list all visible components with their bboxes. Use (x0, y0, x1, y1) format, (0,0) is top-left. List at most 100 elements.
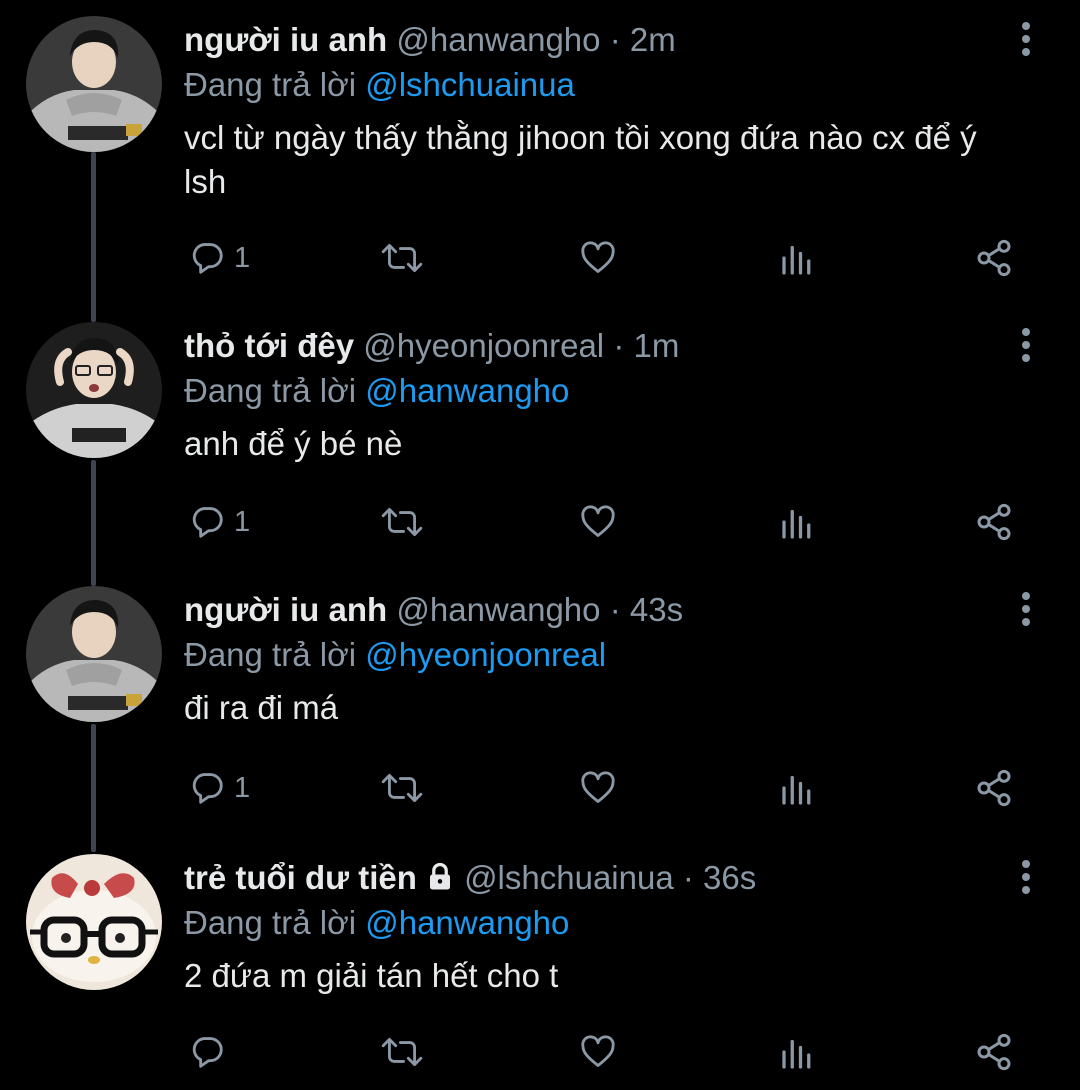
user-handle[interactable]: @hanwangho (396, 591, 600, 628)
analytics-button[interactable] (778, 236, 814, 280)
retweet-button[interactable] (380, 500, 424, 544)
share-icon (974, 1032, 1014, 1072)
lock-icon (425, 859, 455, 890)
like-button[interactable] (578, 766, 618, 810)
mention-link[interactable]: @hanwangho (365, 904, 569, 941)
tweet-header: người iu anh @hanwangho · 43s (184, 588, 1020, 632)
analytics-button[interactable] (778, 1030, 814, 1074)
heart-icon (578, 239, 618, 277)
share-button[interactable] (974, 766, 1014, 810)
display-name[interactable]: người iu anh (184, 21, 387, 58)
share-button[interactable] (974, 1030, 1014, 1074)
mention-link[interactable]: @hyeonjoonreal (365, 636, 606, 673)
like-button[interactable] (578, 500, 618, 544)
mention-link[interactable]: @lshchuainua (365, 66, 575, 103)
reply-button[interactable]: 1 (188, 500, 250, 544)
separator: · (613, 327, 625, 364)
tweet-content: trẻ tuổi dư tiền @lshchuainua · 36s Đang… (184, 856, 1020, 998)
replying-to-label: Đang trả lời (184, 66, 357, 103)
share-icon (974, 502, 1014, 542)
retweet-icon (380, 239, 424, 277)
retweet-icon (380, 503, 424, 541)
like-button[interactable] (578, 236, 618, 280)
tweet-content: thỏ tới đêy @hyeonjoonreal · 1m Đang trả… (184, 324, 1020, 466)
reply-button[interactable] (188, 1030, 234, 1074)
heart-icon (578, 769, 618, 807)
retweet-icon (380, 1033, 424, 1071)
avatar[interactable] (26, 586, 162, 722)
display-name[interactable]: thỏ tới đêy (184, 327, 354, 364)
share-icon (974, 768, 1014, 808)
analytics-icon (778, 503, 814, 541)
action-bar (184, 1030, 1020, 1074)
tweet-text: anh để ý bé nè (184, 425, 403, 462)
heart-icon (578, 1033, 618, 1071)
reply-count: 1 (234, 241, 251, 274)
tweet[interactable]: trẻ tuổi dư tiền @lshchuainua · 36s Đang… (0, 838, 1080, 1090)
avatar[interactable] (26, 322, 162, 458)
action-bar: 1 (184, 500, 1020, 544)
reply-icon (188, 503, 226, 541)
tweet-header: thỏ tới đêy @hyeonjoonreal · 1m (184, 324, 1020, 368)
replying-to: Đang trả lời @lshchuainua (184, 62, 1020, 108)
more-vertical-icon[interactable] (1016, 858, 1036, 898)
more-vertical-icon[interactable] (1016, 590, 1036, 630)
more-vertical-icon[interactable] (1016, 326, 1036, 366)
more-vertical-icon[interactable] (1016, 20, 1036, 60)
avatar[interactable] (26, 16, 162, 152)
tweet-content: người iu anh @hanwangho · 2m Đang trả lờ… (184, 18, 1020, 204)
user-handle[interactable]: @hanwangho (396, 21, 600, 58)
share-button[interactable] (974, 500, 1014, 544)
replying-to: Đang trả lời @hyeonjoonreal (184, 632, 1020, 678)
tweet[interactable]: thỏ tới đêy @hyeonjoonreal · 1m Đang trả… (0, 306, 1080, 566)
retweet-button[interactable] (380, 766, 424, 810)
user-handle[interactable]: @lshchuainua (464, 859, 674, 896)
tweet-text: 2 đứa m giải tán hết cho t (184, 957, 559, 994)
action-bar: 1 (184, 236, 1020, 280)
reply-button[interactable]: 1 (188, 766, 250, 810)
analytics-icon (778, 239, 814, 277)
action-bar: 1 (184, 766, 1020, 810)
tweet-content: người iu anh @hanwangho · 43s Đang trả l… (184, 588, 1020, 730)
share-button[interactable] (974, 236, 1014, 280)
tweet-text: đi ra đi má (184, 689, 339, 726)
replying-to-label: Đang trả lời (184, 636, 357, 673)
share-icon (974, 238, 1014, 278)
reply-count: 1 (234, 771, 251, 804)
tweet[interactable]: người iu anh @hanwangho · 43s Đang trả l… (0, 570, 1080, 830)
reply-icon (188, 1033, 226, 1071)
separator: · (609, 591, 621, 628)
user-handle[interactable]: @hyeonjoonreal (363, 327, 604, 364)
reply-button[interactable]: 1 (188, 236, 250, 280)
separator: · (682, 859, 694, 896)
tweet-text: vcl từ ngày thấy thằng jihoon tồi xong đ… (184, 119, 977, 200)
like-button[interactable] (578, 1030, 618, 1074)
avatar[interactable] (26, 854, 162, 990)
timestamp[interactable]: 1m (633, 327, 679, 364)
tweet-header: người iu anh @hanwangho · 2m (184, 18, 1020, 62)
replying-to-label: Đang trả lời (184, 904, 357, 941)
timestamp[interactable]: 43s (630, 591, 683, 628)
separator: · (609, 21, 621, 58)
mention-link[interactable]: @hanwangho (365, 372, 569, 409)
analytics-button[interactable] (778, 766, 814, 810)
retweet-button[interactable] (380, 236, 424, 280)
analytics-icon (778, 769, 814, 807)
replying-to-label: Đang trả lời (184, 372, 357, 409)
reply-count: 1 (234, 505, 251, 538)
reply-icon (188, 769, 226, 807)
reply-icon (188, 239, 226, 277)
timestamp[interactable]: 2m (630, 21, 676, 58)
heart-icon (578, 503, 618, 541)
display-name[interactable]: người iu anh (184, 591, 387, 628)
analytics-icon (778, 1033, 814, 1071)
analytics-button[interactable] (778, 500, 814, 544)
retweet-button[interactable] (380, 1030, 424, 1074)
tweet[interactable]: người iu anh @hanwangho · 2m Đang trả lờ… (0, 0, 1080, 300)
retweet-icon (380, 769, 424, 807)
replying-to: Đang trả lời @hanwangho (184, 900, 1020, 946)
tweet-header: trẻ tuổi dư tiền @lshchuainua · 36s (184, 856, 1020, 900)
display-name[interactable]: trẻ tuổi dư tiền (184, 859, 417, 896)
replying-to: Đang trả lời @hanwangho (184, 368, 1020, 414)
timestamp[interactable]: 36s (703, 859, 756, 896)
